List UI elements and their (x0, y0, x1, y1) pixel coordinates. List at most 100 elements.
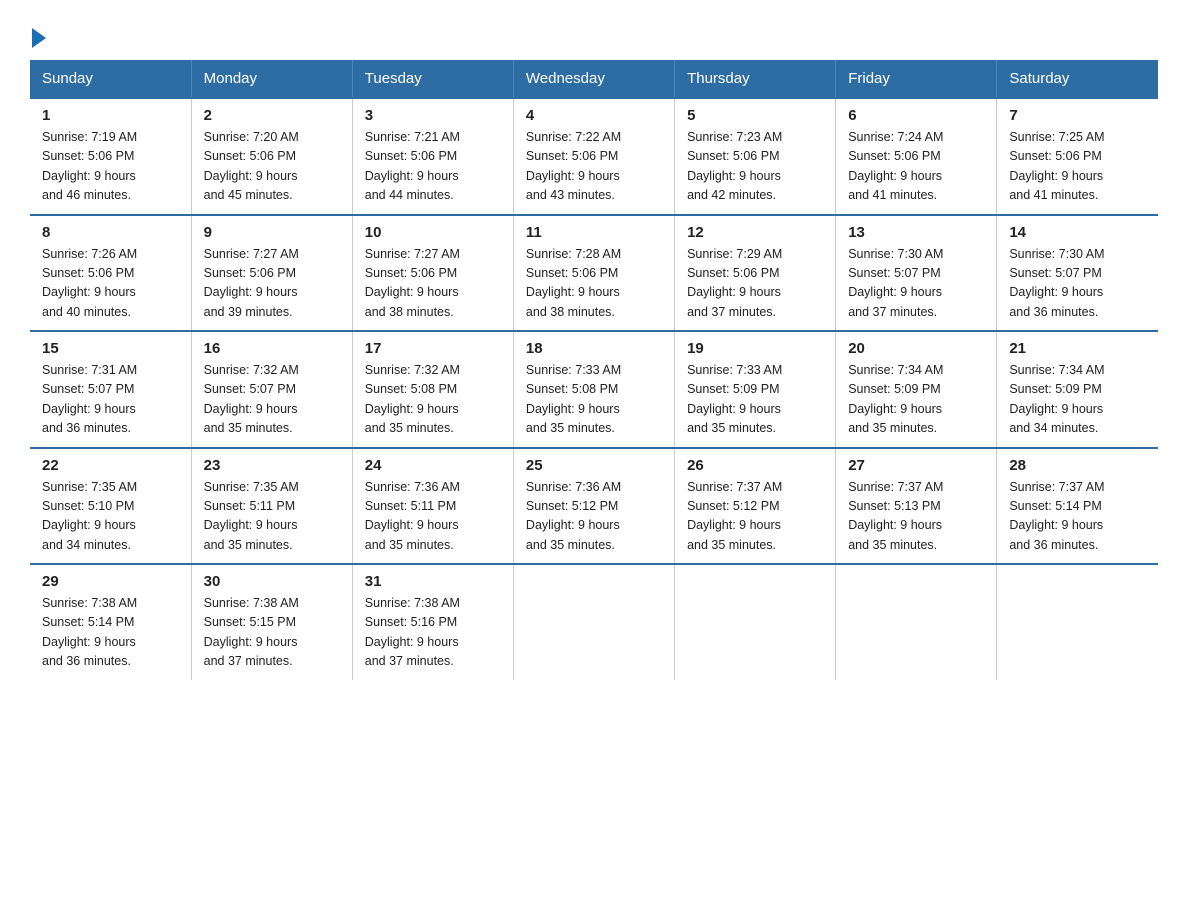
day-number: 25 (526, 457, 662, 474)
calendar-cell: 10 Sunrise: 7:27 AMSunset: 5:06 PMDaylig… (352, 215, 513, 332)
week-row-1: 1 Sunrise: 7:19 AMSunset: 5:06 PMDayligh… (30, 98, 1158, 215)
week-row-5: 29 Sunrise: 7:38 AMSunset: 5:14 PMDaylig… (30, 564, 1158, 680)
day-number: 20 (848, 340, 984, 357)
calendar-cell: 20 Sunrise: 7:34 AMSunset: 5:09 PMDaylig… (836, 331, 997, 448)
day-info: Sunrise: 7:26 AMSunset: 5:06 PMDaylight:… (42, 247, 137, 319)
day-info: Sunrise: 7:27 AMSunset: 5:06 PMDaylight:… (204, 247, 299, 319)
day-number: 26 (687, 457, 823, 474)
calendar-cell: 28 Sunrise: 7:37 AMSunset: 5:14 PMDaylig… (997, 448, 1158, 565)
day-info: Sunrise: 7:28 AMSunset: 5:06 PMDaylight:… (526, 247, 621, 319)
logo-arrow-icon (32, 28, 46, 48)
calendar-cell: 15 Sunrise: 7:31 AMSunset: 5:07 PMDaylig… (30, 331, 191, 448)
day-number: 5 (687, 107, 823, 124)
week-row-2: 8 Sunrise: 7:26 AMSunset: 5:06 PMDayligh… (30, 215, 1158, 332)
day-number: 21 (1009, 340, 1146, 357)
day-number: 29 (42, 573, 179, 590)
day-info: Sunrise: 7:24 AMSunset: 5:06 PMDaylight:… (848, 130, 943, 202)
day-info: Sunrise: 7:22 AMSunset: 5:06 PMDaylight:… (526, 130, 621, 202)
day-number: 31 (365, 573, 501, 590)
calendar-cell: 2 Sunrise: 7:20 AMSunset: 5:06 PMDayligh… (191, 98, 352, 215)
day-info: Sunrise: 7:37 AMSunset: 5:12 PMDaylight:… (687, 480, 782, 552)
calendar-cell: 24 Sunrise: 7:36 AMSunset: 5:11 PMDaylig… (352, 448, 513, 565)
day-number: 10 (365, 224, 501, 241)
logo-general (30, 30, 46, 48)
day-number: 9 (204, 224, 340, 241)
calendar-cell: 30 Sunrise: 7:38 AMSunset: 5:15 PMDaylig… (191, 564, 352, 680)
calendar-cell: 5 Sunrise: 7:23 AMSunset: 5:06 PMDayligh… (675, 98, 836, 215)
calendar-cell: 11 Sunrise: 7:28 AMSunset: 5:06 PMDaylig… (513, 215, 674, 332)
day-info: Sunrise: 7:23 AMSunset: 5:06 PMDaylight:… (687, 130, 782, 202)
calendar-cell: 27 Sunrise: 7:37 AMSunset: 5:13 PMDaylig… (836, 448, 997, 565)
day-number: 12 (687, 224, 823, 241)
week-row-4: 22 Sunrise: 7:35 AMSunset: 5:10 PMDaylig… (30, 448, 1158, 565)
day-info: Sunrise: 7:35 AMSunset: 5:11 PMDaylight:… (204, 480, 299, 552)
day-info: Sunrise: 7:27 AMSunset: 5:06 PMDaylight:… (365, 247, 460, 319)
calendar-cell: 23 Sunrise: 7:35 AMSunset: 5:11 PMDaylig… (191, 448, 352, 565)
calendar-cell: 26 Sunrise: 7:37 AMSunset: 5:12 PMDaylig… (675, 448, 836, 565)
day-info: Sunrise: 7:33 AMSunset: 5:09 PMDaylight:… (687, 363, 782, 435)
day-info: Sunrise: 7:19 AMSunset: 5:06 PMDaylight:… (42, 130, 137, 202)
day-info: Sunrise: 7:33 AMSunset: 5:08 PMDaylight:… (526, 363, 621, 435)
day-number: 17 (365, 340, 501, 357)
header-sunday: Sunday (30, 60, 191, 98)
day-info: Sunrise: 7:32 AMSunset: 5:08 PMDaylight:… (365, 363, 460, 435)
calendar-cell: 29 Sunrise: 7:38 AMSunset: 5:14 PMDaylig… (30, 564, 191, 680)
day-info: Sunrise: 7:38 AMSunset: 5:14 PMDaylight:… (42, 596, 137, 668)
day-info: Sunrise: 7:29 AMSunset: 5:06 PMDaylight:… (687, 247, 782, 319)
calendar-cell: 9 Sunrise: 7:27 AMSunset: 5:06 PMDayligh… (191, 215, 352, 332)
calendar-cell (836, 564, 997, 680)
day-number: 22 (42, 457, 179, 474)
day-number: 13 (848, 224, 984, 241)
day-number: 23 (204, 457, 340, 474)
day-info: Sunrise: 7:37 AMSunset: 5:13 PMDaylight:… (848, 480, 943, 552)
day-number: 6 (848, 107, 984, 124)
day-number: 1 (42, 107, 179, 124)
header-area (30, 20, 1158, 44)
day-number: 27 (848, 457, 984, 474)
calendar-cell: 6 Sunrise: 7:24 AMSunset: 5:06 PMDayligh… (836, 98, 997, 215)
calendar-cell (997, 564, 1158, 680)
day-info: Sunrise: 7:32 AMSunset: 5:07 PMDaylight:… (204, 363, 299, 435)
calendar-table: SundayMondayTuesdayWednesdayThursdayFrid… (30, 60, 1158, 680)
calendar-cell: 18 Sunrise: 7:33 AMSunset: 5:08 PMDaylig… (513, 331, 674, 448)
calendar-cell: 19 Sunrise: 7:33 AMSunset: 5:09 PMDaylig… (675, 331, 836, 448)
day-info: Sunrise: 7:37 AMSunset: 5:14 PMDaylight:… (1009, 480, 1104, 552)
calendar-cell: 13 Sunrise: 7:30 AMSunset: 5:07 PMDaylig… (836, 215, 997, 332)
day-info: Sunrise: 7:20 AMSunset: 5:06 PMDaylight:… (204, 130, 299, 202)
day-number: 18 (526, 340, 662, 357)
calendar-cell: 4 Sunrise: 7:22 AMSunset: 5:06 PMDayligh… (513, 98, 674, 215)
day-info: Sunrise: 7:21 AMSunset: 5:06 PMDaylight:… (365, 130, 460, 202)
day-number: 19 (687, 340, 823, 357)
calendar-cell: 22 Sunrise: 7:35 AMSunset: 5:10 PMDaylig… (30, 448, 191, 565)
day-info: Sunrise: 7:34 AMSunset: 5:09 PMDaylight:… (1009, 363, 1104, 435)
day-info: Sunrise: 7:36 AMSunset: 5:11 PMDaylight:… (365, 480, 460, 552)
calendar-cell: 7 Sunrise: 7:25 AMSunset: 5:06 PMDayligh… (997, 98, 1158, 215)
header-friday: Friday (836, 60, 997, 98)
day-info: Sunrise: 7:25 AMSunset: 5:06 PMDaylight:… (1009, 130, 1104, 202)
day-number: 4 (526, 107, 662, 124)
calendar-cell: 16 Sunrise: 7:32 AMSunset: 5:07 PMDaylig… (191, 331, 352, 448)
day-info: Sunrise: 7:35 AMSunset: 5:10 PMDaylight:… (42, 480, 137, 552)
day-info: Sunrise: 7:31 AMSunset: 5:07 PMDaylight:… (42, 363, 137, 435)
day-number: 24 (365, 457, 501, 474)
day-info: Sunrise: 7:30 AMSunset: 5:07 PMDaylight:… (1009, 247, 1104, 319)
calendar-cell: 14 Sunrise: 7:30 AMSunset: 5:07 PMDaylig… (997, 215, 1158, 332)
calendar-cell: 31 Sunrise: 7:38 AMSunset: 5:16 PMDaylig… (352, 564, 513, 680)
calendar-cell: 21 Sunrise: 7:34 AMSunset: 5:09 PMDaylig… (997, 331, 1158, 448)
day-number: 7 (1009, 107, 1146, 124)
day-number: 3 (365, 107, 501, 124)
header-monday: Monday (191, 60, 352, 98)
header-wednesday: Wednesday (513, 60, 674, 98)
header-tuesday: Tuesday (352, 60, 513, 98)
day-number: 2 (204, 107, 340, 124)
day-number: 14 (1009, 224, 1146, 241)
day-info: Sunrise: 7:36 AMSunset: 5:12 PMDaylight:… (526, 480, 621, 552)
header-thursday: Thursday (675, 60, 836, 98)
calendar-cell: 8 Sunrise: 7:26 AMSunset: 5:06 PMDayligh… (30, 215, 191, 332)
calendar-cell: 25 Sunrise: 7:36 AMSunset: 5:12 PMDaylig… (513, 448, 674, 565)
day-number: 30 (204, 573, 340, 590)
calendar-cell (675, 564, 836, 680)
calendar-header-row: SundayMondayTuesdayWednesdayThursdayFrid… (30, 60, 1158, 98)
day-info: Sunrise: 7:30 AMSunset: 5:07 PMDaylight:… (848, 247, 943, 319)
logo (30, 20, 46, 44)
